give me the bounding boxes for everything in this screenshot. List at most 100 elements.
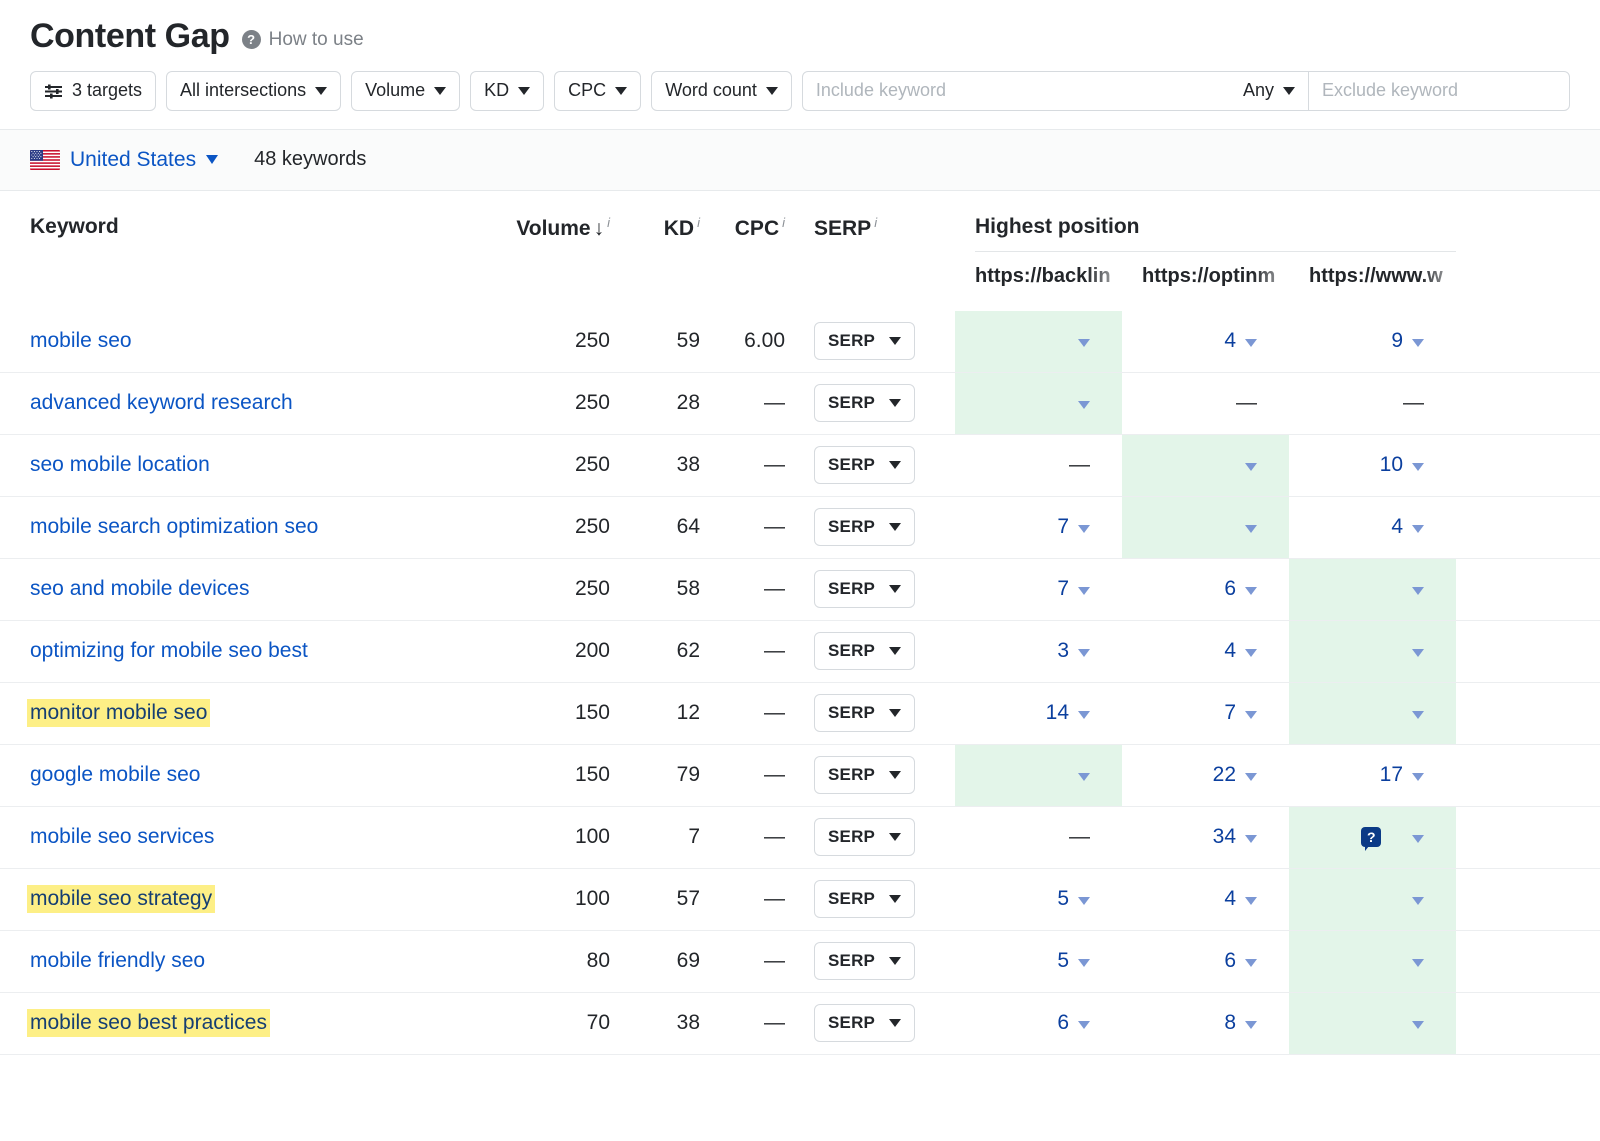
position-value[interactable]: 7 [1057,515,1069,539]
keyword-link[interactable]: optimizing for mobile seo best [30,639,308,663]
position-value[interactable]: 3 [1391,577,1403,601]
position-value[interactable]: 4 [1224,887,1236,911]
position-value[interactable]: 3 [1057,639,1069,663]
serp-dropdown-button[interactable]: SERP [814,880,915,918]
chevron-down-icon[interactable] [1078,897,1090,905]
chevron-down-icon[interactable] [1412,773,1424,781]
position-value[interactable]: 10 [1380,453,1403,477]
chevron-down-icon[interactable] [1245,959,1257,967]
chevron-down-icon[interactable] [1078,587,1090,595]
serp-dropdown-button[interactable]: SERP [814,632,915,670]
position-value[interactable]: 1 [1391,949,1403,973]
position-value[interactable]: 14 [1046,701,1069,725]
cpc-filter-dropdown[interactable]: CPC [554,71,641,111]
serp-dropdown-button[interactable]: SERP [814,1004,915,1042]
keyword-link[interactable]: mobile seo best practices [27,1009,270,1037]
chevron-down-icon[interactable] [1412,711,1424,719]
keyword-link[interactable]: seo and mobile devices [30,577,249,601]
keyword-link[interactable]: seo mobile location [30,453,210,477]
position-value[interactable]: 6 [1224,577,1236,601]
include-match-mode-dropdown[interactable]: Any [1237,72,1308,110]
chevron-down-icon[interactable] [1078,711,1090,719]
position-value[interactable]: 4 [1224,329,1236,353]
country-selector[interactable]: United States [30,148,218,172]
serp-dropdown-button[interactable]: SERP [814,322,915,360]
position-value[interactable]: 7 [1224,453,1236,477]
chevron-down-icon[interactable] [1078,401,1090,409]
info-icon[interactable]: i [874,215,877,230]
column-header-kd[interactable]: KDi [664,215,700,241]
column-header-serp[interactable]: SERPi [814,215,877,241]
position-value[interactable]: 34 [1213,825,1236,849]
position-value[interactable]: 6 [1224,949,1236,973]
chevron-down-icon[interactable] [1412,897,1424,905]
position-value[interactable]: 1 [1391,639,1403,663]
chevron-down-icon[interactable] [1245,339,1257,347]
info-icon[interactable]: i [607,215,610,230]
chevron-down-icon[interactable] [1245,463,1257,471]
position-value[interactable]: 17 [1380,763,1403,787]
chevron-down-icon[interactable] [1078,649,1090,657]
position-value[interactable]: 2 [1391,825,1403,849]
keyword-link[interactable]: monitor mobile seo [27,699,210,727]
position-value[interactable]: 6 [1057,763,1069,787]
kd-filter-dropdown[interactable]: KD [470,71,544,111]
keyword-link[interactable]: google mobile seo [30,763,200,787]
serp-dropdown-button[interactable]: SERP [814,508,915,546]
position-value[interactable]: 3 [1057,329,1069,353]
position-value[interactable]: 5 [1057,887,1069,911]
chevron-down-icon[interactable] [1412,649,1424,657]
chevron-down-icon[interactable] [1245,525,1257,533]
exclude-keyword-input[interactable] [1322,80,1556,101]
info-icon[interactable]: i [697,215,700,230]
chevron-down-icon[interactable] [1078,959,1090,967]
serp-dropdown-button[interactable]: SERP [814,446,915,484]
chevron-down-icon[interactable] [1412,835,1424,843]
chevron-down-icon[interactable] [1078,1021,1090,1029]
chevron-down-icon[interactable] [1412,463,1424,471]
position-value[interactable]: 1 [1224,515,1236,539]
chevron-down-icon[interactable] [1412,1021,1424,1029]
chevron-down-icon[interactable] [1412,525,1424,533]
column-header-cpc[interactable]: CPCi [735,215,785,241]
position-value[interactable]: 4 [1224,639,1236,663]
chevron-down-icon[interactable] [1245,587,1257,595]
position-value[interactable]: 5 [1057,391,1069,415]
target-url-header-2[interactable]: https://www.w [1309,261,1476,291]
position-value[interactable]: 1 [1391,887,1403,911]
serp-dropdown-button[interactable]: SERP [814,694,915,732]
serp-dropdown-button[interactable]: SERP [814,570,915,608]
position-value[interactable]: 7 [1057,577,1069,601]
intersections-dropdown[interactable]: All intersections [166,71,341,111]
target-url-header-1[interactable]: https://optinm [1142,261,1309,291]
position-value[interactable]: 6 [1057,1011,1069,1035]
keyword-link[interactable]: mobile seo [30,329,132,353]
position-value[interactable]: 5 [1057,949,1069,973]
keyword-link[interactable]: mobile friendly seo [30,949,205,973]
how-to-use-link[interactable]: ? How to use [242,29,364,51]
chevron-down-icon[interactable] [1078,339,1090,347]
chevron-down-icon[interactable] [1412,587,1424,595]
keyword-link[interactable]: advanced keyword research [30,391,293,415]
chevron-down-icon[interactable] [1412,959,1424,967]
keyword-link[interactable]: mobile seo services [30,825,214,849]
info-icon[interactable]: i [782,215,785,230]
chevron-down-icon[interactable] [1078,525,1090,533]
serp-dropdown-button[interactable]: SERP [814,818,915,856]
word-count-filter-dropdown[interactable]: Word count [651,71,792,111]
position-value[interactable]: 8 [1224,1011,1236,1035]
position-value[interactable]: 22 [1213,763,1236,787]
volume-filter-dropdown[interactable]: Volume [351,71,460,111]
serp-dropdown-button[interactable]: SERP [814,942,915,980]
chevron-down-icon[interactable] [1245,649,1257,657]
position-value[interactable]: 7 [1224,701,1236,725]
target-url-header-0[interactable]: https://backlin [975,261,1142,291]
serp-dropdown-button[interactable]: SERP [814,384,915,422]
column-header-keyword[interactable]: Keyword [30,215,119,239]
position-value[interactable]: 5 [1391,701,1403,725]
chevron-down-icon[interactable] [1412,339,1424,347]
chevron-down-icon[interactable] [1245,897,1257,905]
position-value[interactable]: 4 [1391,515,1403,539]
chevron-down-icon[interactable] [1245,1021,1257,1029]
position-value[interactable]: 2 [1391,1011,1403,1035]
